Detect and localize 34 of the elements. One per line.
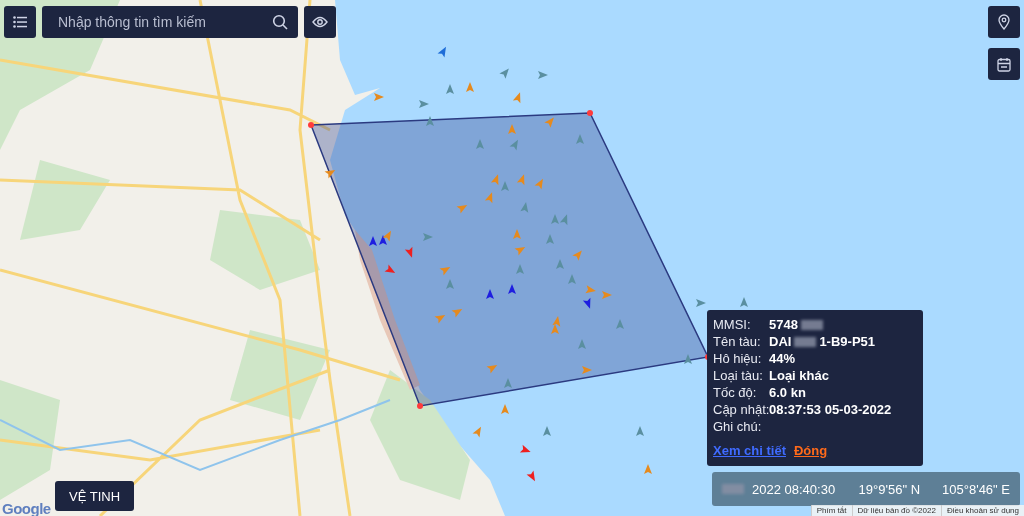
- calendar-button[interactable]: [988, 48, 1020, 80]
- info-value: 6.0 kn: [769, 384, 806, 401]
- attribution-link[interactable]: Dữ liệu bản đồ ©2022: [851, 505, 941, 516]
- close-link[interactable]: Đóng: [793, 443, 828, 458]
- info-label: Tốc độ:: [713, 384, 758, 401]
- redacted-block: [722, 484, 744, 494]
- visibility-button[interactable]: [304, 6, 336, 38]
- calendar-icon: [997, 56, 1011, 72]
- info-label: Loại tàu:: [713, 367, 764, 384]
- attribution-link[interactable]: Phím tắt: [810, 505, 852, 516]
- info-value: 5748: [769, 316, 798, 333]
- timestamp: 2022 08:40:30: [752, 481, 837, 497]
- search-input[interactable]: Nhập thông tin tìm kiếm: [56, 13, 272, 31]
- info-value: DAI: [769, 333, 792, 350]
- location-button[interactable]: [988, 6, 1020, 38]
- info-value: 1-B9-P51: [819, 333, 876, 350]
- info-label: MMSI:: [713, 316, 752, 333]
- attribution-link[interactable]: Điều khoản sử dụng: [940, 505, 1024, 516]
- info-label: Tên tàu:: [713, 333, 762, 350]
- info-value: Loại khác: [769, 367, 829, 384]
- longitude: 105°8'46" E: [942, 481, 1010, 497]
- menu-icon: [13, 16, 27, 28]
- info-label: Ghi chú:: [713, 418, 763, 435]
- info-label: Hô hiệu:: [713, 350, 763, 367]
- info-label: Cập nhật:: [713, 401, 769, 418]
- eye-icon: [312, 16, 328, 28]
- map-type-button[interactable]: VỆ TINH: [55, 481, 135, 511]
- map-pin-icon: [998, 14, 1010, 30]
- search-icon[interactable]: [272, 14, 288, 30]
- search-bar[interactable]: Nhập thông tin tìm kiếm: [42, 6, 298, 38]
- info-value: 08:37:53 05-03-2022: [769, 401, 892, 418]
- info-value: 44%: [769, 350, 796, 367]
- latitude: 19°9'56" N: [858, 481, 921, 497]
- menu-button[interactable]: [4, 6, 36, 38]
